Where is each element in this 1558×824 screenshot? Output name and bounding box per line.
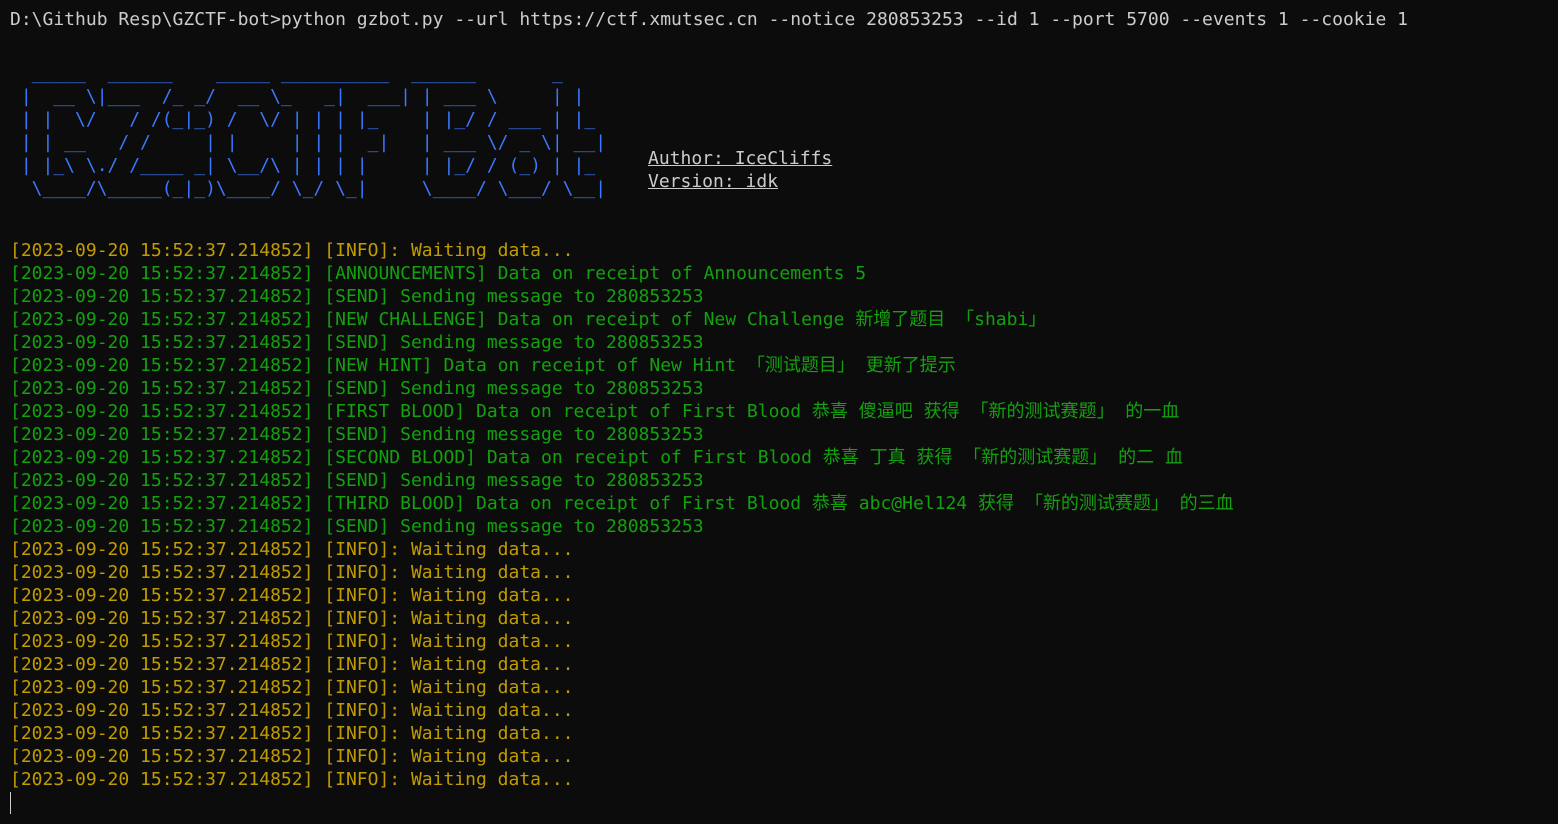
log-message: [INFO]: Waiting data... (313, 608, 574, 629)
log-message: [NEW CHALLENGE] Data on receipt of New C… (313, 309, 1047, 330)
log-timestamp: [2023-09-20 15:52:37.214852] (10, 769, 314, 790)
log-line: [2023-09-20 15:52:37.214852] [INFO]: Wai… (10, 653, 1234, 676)
log-line: [2023-09-20 15:52:37.214852] [INFO]: Wai… (10, 676, 1234, 699)
log-line: [2023-09-20 15:52:37.214852] [SEND] Send… (10, 469, 1234, 492)
log-line: [2023-09-20 15:52:37.214852] [INFO]: Wai… (10, 584, 1234, 607)
log-message: [THIRD BLOOD] Data on receipt of First B… (313, 493, 1234, 514)
log-message: [INFO]: Waiting data... (313, 240, 574, 261)
log-message: [SEND] Sending message to 280853253 (313, 470, 704, 491)
log-message: [SECOND BLOOD] Data on receipt of First … (313, 447, 1183, 468)
log-timestamp: [2023-09-20 15:52:37.214852] (10, 562, 314, 583)
log-timestamp: [2023-09-20 15:52:37.214852] (10, 378, 314, 399)
log-message: [SEND] Sending message to 280853253 (313, 424, 704, 445)
banner-line: | |_\ \./ /____ _| \__/\ | | | | | |_/ /… (10, 155, 596, 176)
version-label: Version: idk (648, 171, 779, 192)
author-info: Author: IceCliffs Version: idk (648, 147, 832, 193)
log-timestamp: [2023-09-20 15:52:37.214852] (10, 332, 314, 353)
log-timestamp: [2023-09-20 15:52:37.214852] (10, 286, 314, 307)
log-line: [2023-09-20 15:52:37.214852] [INFO]: Wai… (10, 768, 1234, 791)
log-timestamp: [2023-09-20 15:52:37.214852] (10, 631, 314, 652)
log-timestamp: [2023-09-20 15:52:37.214852] (10, 608, 314, 629)
log-message: [ANNOUNCEMENTS] Data on receipt of Annou… (313, 263, 867, 284)
log-message: [INFO]: Waiting data... (313, 562, 574, 583)
log-line: [2023-09-20 15:52:37.214852] [INFO]: Wai… (10, 630, 1234, 653)
log-message: [SEND] Sending message to 280853253 (313, 332, 704, 353)
command-line: D:\Github Resp\GZCTF-bot>python gzbot.py… (10, 9, 1408, 30)
log-line: [2023-09-20 15:52:37.214852] [INFO]: Wai… (10, 607, 1234, 630)
log-line: [2023-09-20 15:52:37.214852] [SEND] Send… (10, 515, 1234, 538)
log-line: [2023-09-20 15:52:37.214852] [NEW CHALLE… (10, 308, 1234, 331)
log-timestamp: [2023-09-20 15:52:37.214852] (10, 447, 314, 468)
log-timestamp: [2023-09-20 15:52:37.214852] (10, 240, 314, 261)
log-message: [SEND] Sending message to 280853253 (313, 286, 704, 307)
log-line: [2023-09-20 15:52:37.214852] [THIRD BLOO… (10, 492, 1234, 515)
log-timestamp: [2023-09-20 15:52:37.214852] (10, 746, 314, 767)
log-message: [NEW HINT] Data on receipt of New Hint 「… (313, 355, 956, 376)
banner-line: \____/\_____(_|_)\____/ \_/ \_| \____/ \… (10, 178, 607, 199)
log-line: [2023-09-20 15:52:37.214852] [INFO]: Wai… (10, 239, 1234, 262)
ascii-banner: _____ ______ _____ __________ ______ _ |… (10, 62, 606, 200)
log-timestamp: [2023-09-20 15:52:37.214852] (10, 539, 314, 560)
log-message: [INFO]: Waiting data... (313, 723, 574, 744)
log-line: [2023-09-20 15:52:37.214852] [SEND] Send… (10, 331, 1234, 354)
log-timestamp: [2023-09-20 15:52:37.214852] (10, 677, 314, 698)
text-cursor (10, 792, 11, 814)
log-line: [2023-09-20 15:52:37.214852] [SEND] Send… (10, 423, 1234, 446)
log-timestamp: [2023-09-20 15:52:37.214852] (10, 263, 314, 284)
log-timestamp: [2023-09-20 15:52:37.214852] (10, 424, 314, 445)
log-timestamp: [2023-09-20 15:52:37.214852] (10, 700, 314, 721)
log-line: [2023-09-20 15:52:37.214852] [INFO]: Wai… (10, 538, 1234, 561)
log-line: [2023-09-20 15:52:37.214852] [INFO]: Wai… (10, 722, 1234, 745)
banner-line: | | __ / / | | | | | _| | ___ \/ _ \| __… (10, 132, 607, 153)
log-timestamp: [2023-09-20 15:52:37.214852] (10, 470, 314, 491)
log-message: [INFO]: Waiting data... (313, 539, 574, 560)
log-timestamp: [2023-09-20 15:52:37.214852] (10, 355, 314, 376)
log-message: [INFO]: Waiting data... (313, 631, 574, 652)
log-line: [2023-09-20 15:52:37.214852] [NEW HINT] … (10, 354, 1234, 377)
log-timestamp: [2023-09-20 15:52:37.214852] (10, 516, 314, 537)
terminal-window[interactable]: D:\Github Resp\GZCTF-bot>python gzbot.py… (0, 0, 1558, 824)
log-output: [2023-09-20 15:52:37.214852] [INFO]: Wai… (10, 239, 1234, 791)
log-message: [INFO]: Waiting data... (313, 677, 574, 698)
log-line: [2023-09-20 15:52:37.214852] [FIRST BLOO… (10, 400, 1234, 423)
log-timestamp: [2023-09-20 15:52:37.214852] (10, 723, 314, 744)
log-message: [SEND] Sending message to 280853253 (313, 378, 704, 399)
log-line: [2023-09-20 15:52:37.214852] [ANNOUNCEME… (10, 262, 1234, 285)
log-timestamp: [2023-09-20 15:52:37.214852] (10, 309, 314, 330)
log-line: [2023-09-20 15:52:37.214852] [INFO]: Wai… (10, 561, 1234, 584)
log-message: [INFO]: Waiting data... (313, 769, 574, 790)
log-message: [SEND] Sending message to 280853253 (313, 516, 704, 537)
log-line: [2023-09-20 15:52:37.214852] [SECOND BLO… (10, 446, 1234, 469)
banner-line: | | \/ / /(_|_) / \/ | | | |_ | |_/ / __… (10, 109, 596, 130)
log-line: [2023-09-20 15:52:37.214852] [SEND] Send… (10, 285, 1234, 308)
banner-line: | __ \|___ /_ _/ __ \_ _| ___| | ___ \ |… (10, 86, 585, 107)
log-message: [INFO]: Waiting data... (313, 585, 574, 606)
log-timestamp: [2023-09-20 15:52:37.214852] (10, 585, 314, 606)
log-message: [INFO]: Waiting data... (313, 654, 574, 675)
log-message: [INFO]: Waiting data... (313, 746, 574, 767)
log-timestamp: [2023-09-20 15:52:37.214852] (10, 493, 314, 514)
log-timestamp: [2023-09-20 15:52:37.214852] (10, 401, 314, 422)
author-label: Author: IceCliffs (648, 148, 833, 169)
banner-line: _____ ______ _____ __________ ______ _ (10, 63, 574, 84)
log-line: [2023-09-20 15:52:37.214852] [INFO]: Wai… (10, 699, 1234, 722)
log-timestamp: [2023-09-20 15:52:37.214852] (10, 654, 314, 675)
log-line: [2023-09-20 15:52:37.214852] [SEND] Send… (10, 377, 1234, 400)
log-line: [2023-09-20 15:52:37.214852] [INFO]: Wai… (10, 745, 1234, 768)
log-message: [FIRST BLOOD] Data on receipt of First B… (313, 401, 1180, 422)
log-message: [INFO]: Waiting data... (313, 700, 574, 721)
